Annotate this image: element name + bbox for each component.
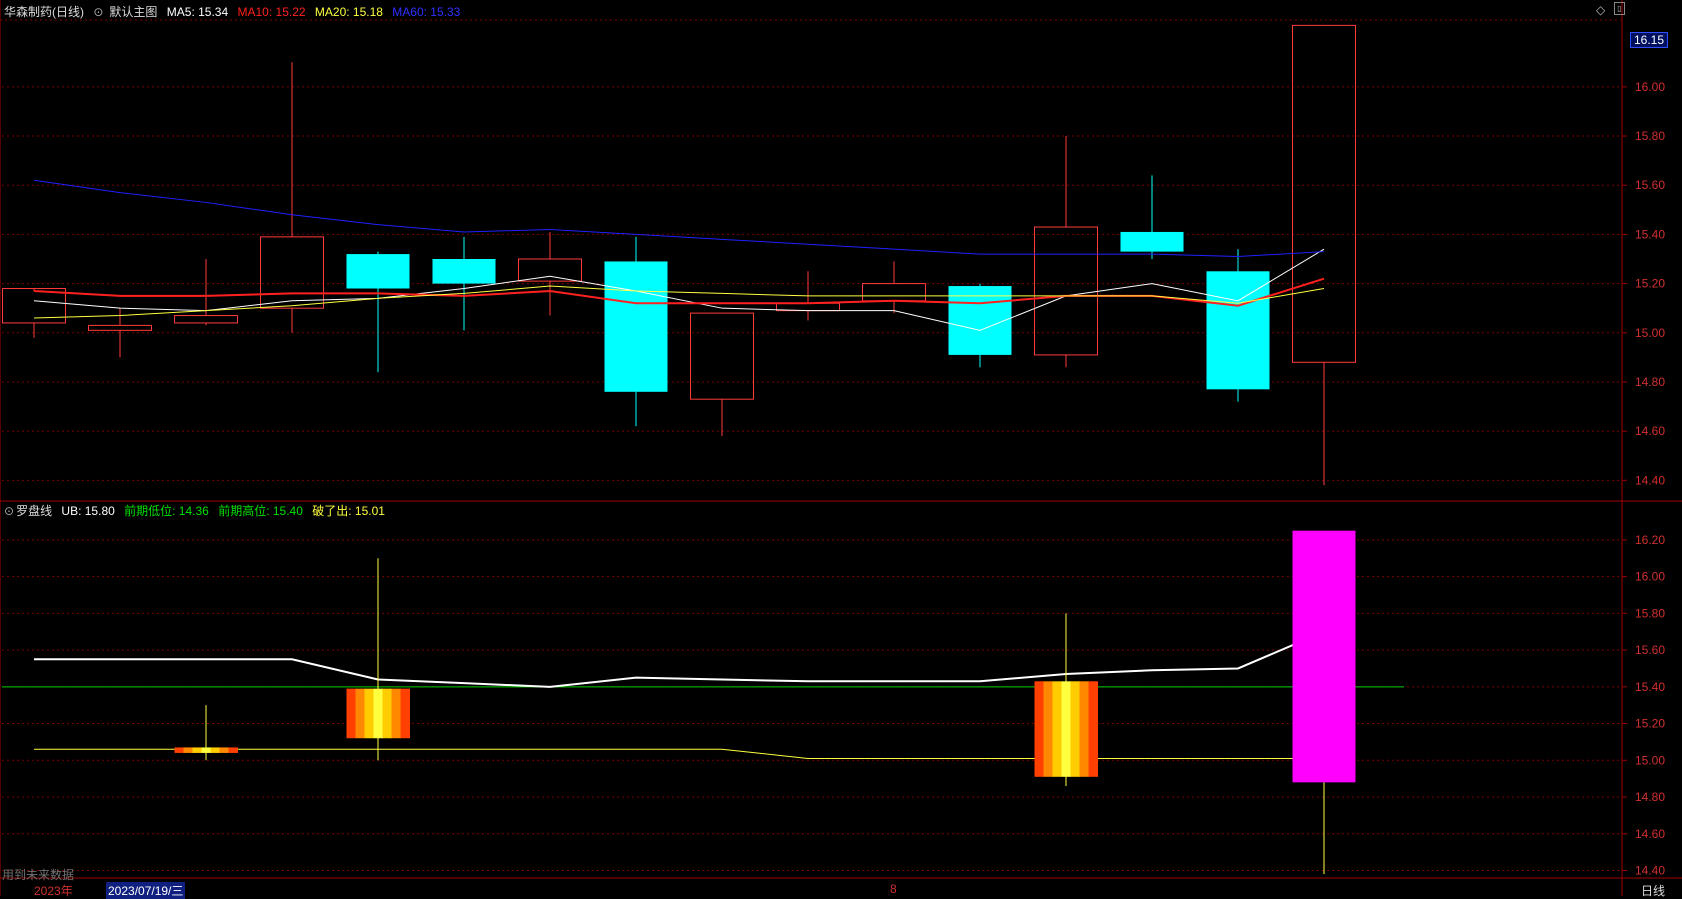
signal-bar-stripe <box>1070 681 1080 777</box>
candle-body-up <box>260 236 324 309</box>
main-chart-candles <box>2 24 1356 486</box>
current-price-badge: 16.15 <box>1630 32 1669 48</box>
main-axis-tick-label: 15.00 <box>1635 326 1665 340</box>
signal-bar-stripe <box>400 688 410 739</box>
indicator-y-axis: 16.20 16.00 15.80 15.60 15.40 15.20 15.00 14.80… <box>1622 533 1665 877</box>
main-axis-tick-label: 14.60 <box>1635 424 1665 438</box>
signal-bar-stripe <box>391 688 401 739</box>
signal-bar-stripe <box>174 747 184 753</box>
signal-bar-stripe <box>373 688 383 739</box>
main-axis-tick-label: 15.20 <box>1635 277 1665 291</box>
chart-name[interactable]: 默认主图 <box>109 5 157 19</box>
signal-bar-stripe <box>382 688 392 739</box>
footer-month: 8 <box>890 882 897 896</box>
signal-bar-stripe <box>1088 681 1098 777</box>
candle-body-down <box>346 254 410 289</box>
signal-bar-stripe <box>1043 681 1053 777</box>
main-chart-y-axis: 16.00 15.80 15.60 15.40 15.20 15.00 14.80 14.60… <box>1622 80 1665 487</box>
ma60-value: MA60: 15.33 <box>392 5 461 19</box>
indicator-selector-icon[interactable]: ⊙ <box>4 504 14 518</box>
diamond-icon[interactable]: ◇ <box>1596 3 1605 17</box>
indicator-axis-tick-label: 16.00 <box>1635 570 1665 584</box>
main-chart-grid <box>2 86 1622 481</box>
candle-body-up <box>1292 24 1356 363</box>
main-chart-ma-lines <box>33 179 1325 331</box>
chart-frame <box>0 0 1682 896</box>
stock-name[interactable]: 华森制药 <box>4 5 52 19</box>
breakout-bar <box>1292 530 1356 783</box>
indicator-axis-tick-label: 15.80 <box>1635 606 1665 620</box>
signal-bar-stripe <box>1061 681 1071 777</box>
indicator-axis-tick-label: 14.80 <box>1635 790 1665 804</box>
footer-cursor-date[interactable]: 2023/07/19/三 <box>106 882 186 899</box>
main-axis-tick-label: 16.00 <box>1635 80 1665 94</box>
indicator-axis-tick-label: 14.60 <box>1635 827 1665 841</box>
indicator-header: ⊙ 罗盘线 UB: 15.80 前期低位: 14.36 前期高位: 15.40 破… <box>4 502 391 519</box>
candle-body-up <box>690 312 754 400</box>
candle-body-up <box>518 258 582 282</box>
indicator-bars <box>174 530 1356 875</box>
signal-bar-stripe <box>210 747 220 753</box>
prev-high-value: 前期高位: 15.40 <box>218 504 303 518</box>
ma-line-ma5 <box>33 248 1325 331</box>
chart-canvas[interactable]: 16.00 15.80 15.60 15.40 15.20 15.00 14.80 14.60… <box>0 0 1682 896</box>
main-axis-tick-label: 15.80 <box>1635 129 1665 143</box>
signal-bar-stripe <box>1034 681 1044 777</box>
chart-selector-icon[interactable]: ⊙ <box>93 5 103 19</box>
indicator-name[interactable]: 罗盘线 <box>16 504 52 518</box>
candle-body-down <box>432 259 496 284</box>
scroll-handle-icon[interactable]: ▯ <box>1614 2 1625 15</box>
footer-year: 2023年 <box>34 884 73 898</box>
ma20-value: MA20: 15.18 <box>314 5 383 19</box>
ma-line-ma20 <box>33 285 1325 319</box>
signal-bar-stripe <box>192 747 202 753</box>
indicator-axis-tick-label: 15.40 <box>1635 680 1665 694</box>
candle-body-up <box>174 315 238 324</box>
indicator-axis-tick-label: 16.20 <box>1635 533 1665 547</box>
indicator-axis-tick-label: 14.40 <box>1635 863 1665 877</box>
ub-value: UB: 15.80 <box>61 504 115 518</box>
ma10-value: MA10: 15.22 <box>237 5 306 19</box>
ma5-value: MA5: 15.34 <box>166 5 229 19</box>
candle-body-down <box>1120 231 1184 252</box>
period-switch[interactable]: 日线 <box>1641 882 1665 899</box>
signal-bar-stripe <box>1079 681 1089 777</box>
main-axis-tick-label: 15.40 <box>1635 227 1665 241</box>
signal-bar-stripe <box>355 688 365 739</box>
breakout-value: 破了出: 15.01 <box>312 504 385 518</box>
signal-bar-stripe <box>228 747 238 753</box>
prev-low-value: 前期低位: 14.36 <box>124 504 209 518</box>
candle-body-down <box>604 261 668 392</box>
main-axis-tick-label: 14.80 <box>1635 375 1665 389</box>
candle-body-up <box>1034 226 1098 356</box>
signal-bar-stripe <box>183 747 193 753</box>
signal-bar-stripe <box>346 688 356 739</box>
indicator-axis-tick-label: 15.00 <box>1635 753 1665 767</box>
ub-line <box>34 630 1325 688</box>
candle-body-down <box>1206 271 1270 390</box>
signal-bar-stripe <box>1052 681 1062 777</box>
main-chart-header: 华森制药(日线) ⊙ 默认主图 MA5: 15.34 MA10: 15.22 MA… <box>4 3 466 20</box>
candle-body-up <box>862 283 926 302</box>
main-axis-tick-label: 14.40 <box>1635 473 1665 487</box>
indicator-grid <box>2 539 1622 871</box>
signal-bar-stripe <box>364 688 374 739</box>
indicator-axis-tick-label: 15.60 <box>1635 643 1665 657</box>
main-axis-tick-label: 15.60 <box>1635 178 1665 192</box>
signal-bar-stripe <box>219 747 229 753</box>
indicator-axis-tick-label: 15.20 <box>1635 717 1665 731</box>
signal-bar-stripe <box>201 747 211 753</box>
indicator-lines <box>2 630 1404 759</box>
candle-body-up <box>88 324 152 331</box>
period-label: (日线) <box>52 5 85 19</box>
future-data-note: 用到未来数据 <box>2 868 75 882</box>
